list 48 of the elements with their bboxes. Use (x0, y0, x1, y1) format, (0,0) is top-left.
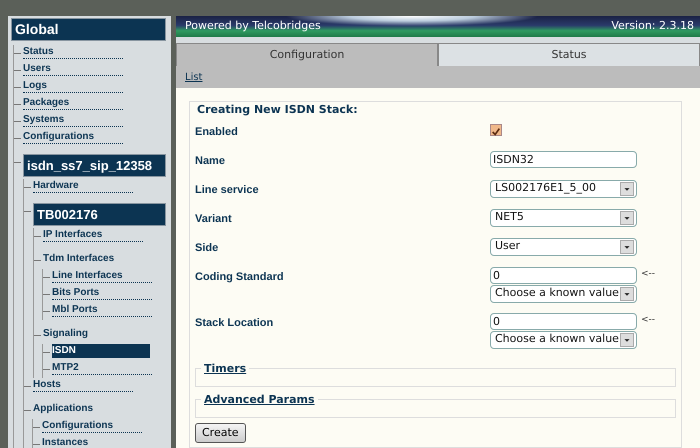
field-label: Variant (195, 212, 233, 226)
field-label: Name (195, 154, 226, 168)
tree-header[interactable]: TB002176 (33, 203, 166, 226)
tree-header[interactable]: isdn_ss7_sip_12358 (23, 154, 166, 177)
tree-link[interactable]: IP Interfaces (43, 228, 143, 242)
section-link[interactable]: Timers (201, 362, 250, 374)
text-field[interactable]: 0 (490, 266, 637, 284)
field-label: Coding Standard (195, 270, 285, 284)
tree-link[interactable]: Line Interfaces (52, 269, 152, 283)
tree-link[interactable]: Status (23, 45, 123, 59)
dropdown[interactable]: Choose a known value (490, 284, 637, 302)
list-link[interactable]: List (185, 72, 202, 83)
tree-link[interactable]: Packages (23, 96, 123, 110)
tree-link[interactable]: Configurations (23, 130, 123, 144)
checkbox[interactable] (490, 124, 502, 136)
tree-link[interactable]: Logs (23, 79, 123, 93)
tree-link[interactable]: Systems (23, 113, 123, 127)
field-label: Stack Location (195, 316, 274, 330)
sidebar-title[interactable]: Global (11, 18, 166, 41)
section-link[interactable]: Advanced Params (201, 392, 318, 406)
dropdown[interactable]: User (490, 238, 637, 256)
version-text: Version: 2.3.18 (611, 18, 694, 34)
field-label: Side (195, 240, 220, 256)
tree-link[interactable]: Hosts (33, 378, 133, 392)
text-field[interactable]: 0 (490, 312, 637, 330)
dropdown[interactable]: Choose a known value (490, 330, 637, 348)
field-label: Line service (195, 182, 260, 198)
tree-link[interactable]: MTP2 (52, 361, 152, 375)
tree-link[interactable]: Bits Ports (52, 286, 152, 300)
hint-arrow-text: <-- (641, 314, 656, 326)
tree-link[interactable]: Users (23, 62, 123, 76)
dropdown[interactable]: NET5 (490, 208, 637, 226)
field-label: Enabled (195, 124, 239, 140)
tree-link[interactable]: Hardware (33, 179, 133, 193)
tree-link[interactable]: ISDN (52, 344, 150, 358)
tree-link[interactable]: Mbl Ports (52, 303, 152, 317)
create-button[interactable]: Create (195, 422, 246, 443)
text-field[interactable]: ISDN32 (490, 150, 637, 168)
hint-arrow-text: <-- (641, 268, 656, 280)
tree-link[interactable]: Instances (42, 436, 142, 448)
tree-group[interactable]: Signaling (43, 327, 143, 341)
dropdown[interactable]: LS002176E1_5_00 (490, 180, 637, 198)
tree-link[interactable]: Configurations (42, 419, 142, 433)
tree-group[interactable]: Applications (33, 402, 133, 416)
powered-by-text: Powered by Telcobridges (185, 18, 321, 34)
tree-group[interactable]: Tdm Interfaces (43, 252, 143, 266)
tab[interactable]: Status (438, 42, 700, 66)
tab[interactable]: Configuration (176, 42, 438, 66)
